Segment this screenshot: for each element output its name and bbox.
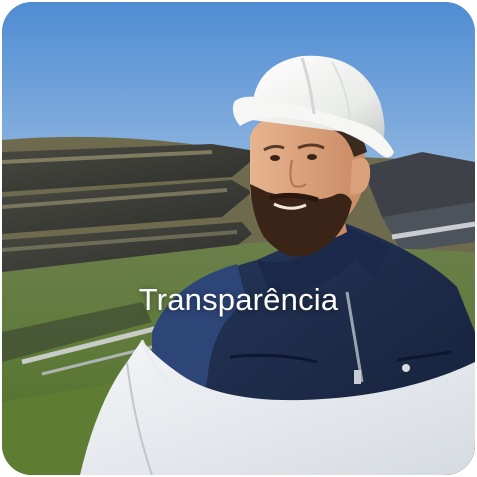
card-title: Transparência [138, 282, 339, 317]
engineer-photo [2, 2, 475, 475]
category-card[interactable]: Transparência [2, 2, 475, 475]
